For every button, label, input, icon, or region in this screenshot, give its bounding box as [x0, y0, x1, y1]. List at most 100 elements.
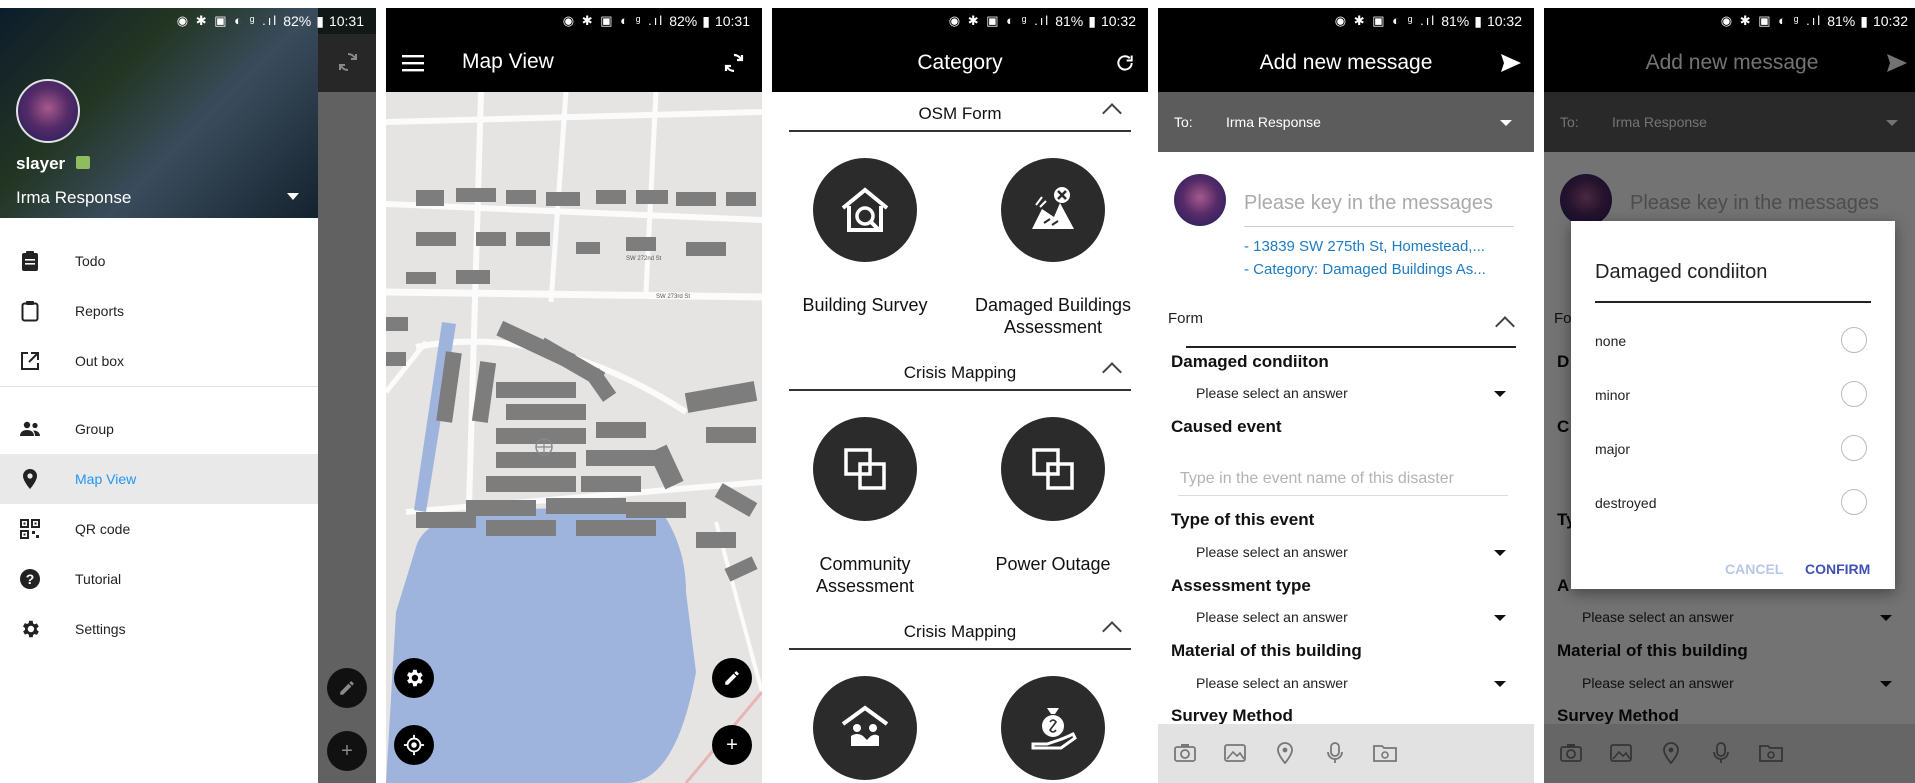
- camera-icon[interactable]: [1172, 741, 1198, 765]
- option-minor[interactable]: minor: [1595, 381, 1871, 411]
- select-dialog: Damaged condiiton none minor major destr…: [1571, 221, 1895, 589]
- menu-item-label: Reports: [75, 303, 125, 319]
- category-label: Power Outage: [995, 554, 1111, 574]
- screen-add-message: ◉ ✱ ▣ ◐ ᵍ .ıl 81% ▮ 10:32 Add new messag…: [1158, 8, 1534, 783]
- add-fab[interactable]: +: [327, 731, 367, 771]
- image-icon[interactable]: [1222, 741, 1248, 765]
- building-survey-button[interactable]: [813, 158, 917, 262]
- material-select[interactable]: Please select an answer: [1196, 675, 1506, 691]
- send-icon[interactable]: [1498, 50, 1524, 76]
- aid-button[interactable]: [1001, 676, 1105, 780]
- damaged-buildings-button[interactable]: [1001, 158, 1105, 262]
- category-list: OSM Form Building Survey Damaged Buildin…: [772, 92, 1148, 783]
- section-header-osm-form[interactable]: OSM Form: [789, 92, 1131, 132]
- form-header: Form: [1168, 310, 1203, 327]
- field-label-material: Material of this building: [1171, 641, 1362, 660]
- power-outage-button[interactable]: [1001, 417, 1105, 521]
- menu-item-outbox[interactable]: Out box: [0, 336, 318, 386]
- menu-item-qr-code[interactable]: QR code: [0, 504, 318, 554]
- status-icons: ◉ ✱ ▣ ◐ ᵍ .ıl: [1334, 13, 1437, 28]
- organization-name[interactable]: Irma Response: [16, 188, 131, 208]
- settings-fab[interactable]: [394, 658, 434, 698]
- location-pin-icon[interactable]: [1272, 741, 1298, 765]
- avatar[interactable]: [16, 79, 80, 143]
- edit-fab[interactable]: [327, 668, 367, 708]
- navigation-drawer: slayer Irma Response Todo Reports Out bo…: [0, 8, 318, 783]
- radio-button[interactable]: [1841, 381, 1867, 407]
- chevron-down-icon: [1494, 391, 1506, 397]
- chevron-down-icon[interactable]: [1500, 120, 1512, 126]
- refresh-icon[interactable]: [1112, 50, 1138, 76]
- status-icons: ◉ ✱ ▣ ◐ ᵍ .ıl: [176, 13, 279, 28]
- my-location-fab[interactable]: [394, 725, 434, 765]
- radio-button[interactable]: [1841, 435, 1867, 461]
- page-title: Map View: [462, 50, 554, 73]
- help-icon: ?: [18, 567, 42, 591]
- menu-item-tutorial[interactable]: ? Tutorial: [0, 554, 318, 604]
- damaged-condition-select[interactable]: Please select an answer: [1196, 385, 1506, 401]
- chevron-down-icon: [1494, 615, 1506, 621]
- option-major[interactable]: major: [1595, 435, 1871, 465]
- community-assessment-button[interactable]: [813, 417, 917, 521]
- section-header-crisis-mapping[interactable]: Crisis Mapping: [789, 351, 1131, 391]
- recipient-bar[interactable]: To: Irma Response: [1158, 92, 1534, 152]
- chevron-down-icon: [1494, 550, 1506, 556]
- section-header-crisis-mapping-2[interactable]: Crisis Mapping: [789, 610, 1131, 650]
- cancel-button[interactable]: CANCEL: [1725, 561, 1783, 577]
- screen-category: ◉ ✱ ▣ ◐ ᵍ .ıl 81% ▮ 10:32 Category OSM F…: [772, 8, 1148, 783]
- attachment-location[interactable]: - 13839 SW 275th St, Homestead,...: [1244, 238, 1485, 255]
- menu-item-todo[interactable]: Todo: [0, 236, 318, 286]
- option-label: none: [1595, 333, 1627, 349]
- category-label: Damaged Buildings Assessment: [974, 295, 1132, 337]
- assessment-type-select[interactable]: Please select an answer: [1196, 609, 1506, 625]
- confirm-button[interactable]: CONFIRM: [1805, 561, 1870, 577]
- qr-code-icon: [18, 517, 42, 541]
- chevron-up-icon[interactable]: [1495, 316, 1515, 336]
- event-type-select[interactable]: Please select an answer: [1196, 544, 1506, 560]
- caused-event-input[interactable]: Type in the event name of this disaster: [1178, 464, 1508, 496]
- radio-button[interactable]: [1841, 327, 1867, 353]
- map-canvas[interactable]: SW 272nd St SW 273rd St SW 138th Pl: [386, 92, 762, 783]
- field-label-assessment-type: Assessment type: [1171, 576, 1311, 595]
- recipient-value: Irma Response: [1226, 114, 1321, 130]
- menu-item-map-view[interactable]: Map View: [0, 454, 318, 504]
- map-3d-buildings: SW 272nd St SW 273rd St SW 138th Pl: [386, 92, 762, 783]
- clock: 10:31: [714, 13, 750, 29]
- add-fab[interactable]: +: [712, 725, 752, 765]
- edit-fab[interactable]: [712, 658, 752, 698]
- svg-text:SW 272nd St: SW 272nd St: [626, 256, 662, 262]
- attachment-category[interactable]: - Category: Damaged Buildings As...: [1244, 261, 1486, 278]
- menu-item-reports[interactable]: Reports: [0, 286, 318, 336]
- menu-item-group[interactable]: Group: [0, 404, 318, 454]
- status-icons: ◉ ✱ ▣ ◐ ᵍ .ıl: [562, 13, 665, 28]
- refresh-icon[interactable]: [720, 49, 748, 77]
- drawer-scrim[interactable]: [318, 8, 376, 783]
- menu-icon[interactable]: [400, 50, 426, 76]
- dialog-divider: [1595, 301, 1871, 303]
- svg-text:?: ?: [26, 571, 35, 587]
- microphone-icon[interactable]: [1322, 741, 1348, 765]
- battery-icon: ▮: [1088, 12, 1096, 29]
- damaged-house-icon: [1032, 187, 1074, 229]
- drawer-header: slayer Irma Response: [0, 8, 318, 218]
- field-label-event-type: Type of this event: [1171, 510, 1315, 529]
- battery-level: 81%: [1441, 13, 1470, 29]
- shelter-button[interactable]: [813, 676, 917, 780]
- copy-icon: [844, 448, 886, 490]
- option-none[interactable]: none: [1595, 327, 1871, 357]
- option-destroyed[interactable]: destroyed: [1595, 489, 1871, 519]
- radio-button[interactable]: [1841, 489, 1867, 515]
- organization-dropdown-icon[interactable]: [287, 193, 299, 200]
- page-title: Add new message: [1259, 51, 1433, 74]
- form-divider: [1186, 346, 1516, 348]
- menu-item-settings[interactable]: Settings: [0, 604, 318, 654]
- message-input[interactable]: Please key in the messages: [1244, 192, 1493, 215]
- option-label: major: [1595, 441, 1631, 457]
- clock: 10:32: [1872, 13, 1908, 29]
- menu-item-label: Group: [75, 421, 114, 437]
- select-value: Please select an answer: [1196, 544, 1348, 560]
- battery-level: 81%: [1055, 13, 1084, 29]
- house-search-icon: [841, 187, 889, 232]
- hand-money-bag-icon: [1031, 708, 1077, 750]
- video-folder-icon[interactable]: [1372, 741, 1398, 765]
